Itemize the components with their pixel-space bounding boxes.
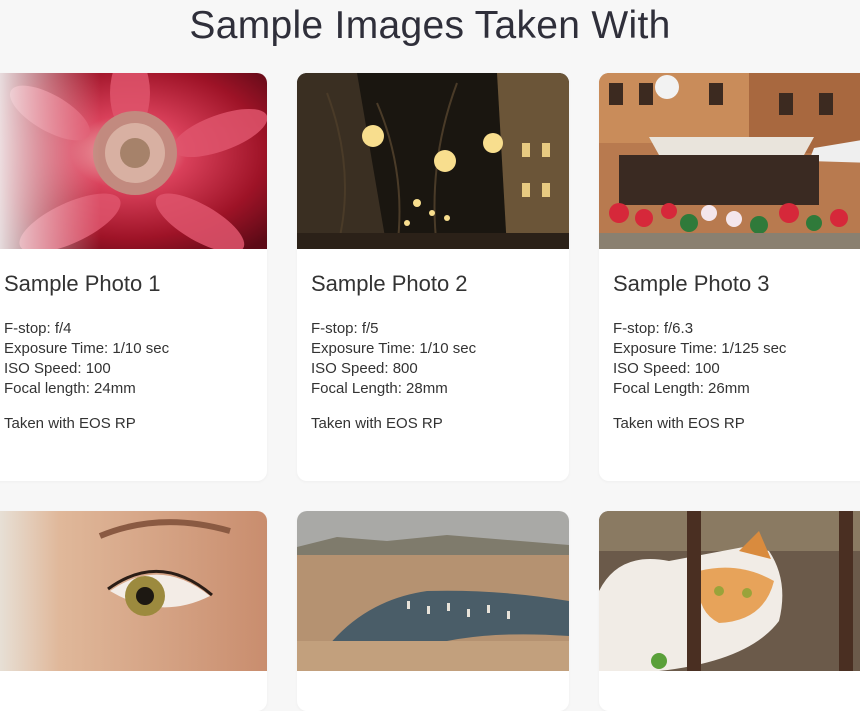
exposure-time: Exposure Time: 1/10 sec [4, 340, 170, 357]
card-title: Sample Photo 1 [4, 271, 161, 296]
photo-specs: F-stop: f/5 Exposure Time: 1/10 sec ISO … [311, 319, 476, 399]
sample-photo-card-6[interactable] [599, 511, 860, 711]
card-title: Sample Photo 2 [311, 271, 468, 296]
focal-length: Focal Length: 28mm [311, 380, 448, 397]
camera-caption: Taken with EOS RP [4, 415, 136, 432]
flower-market-photo [599, 73, 860, 249]
sample-photo-card-3[interactable]: Sample Photo 3 F-stop: f/6.3 Exposure Ti… [599, 73, 860, 481]
sample-photo-card-1[interactable]: Sample Photo 1 F-stop: f/4 Exposure Time… [0, 73, 267, 481]
exposure-time: Exposure Time: 1/10 sec [311, 340, 477, 357]
sample-photo-card-5[interactable] [297, 511, 569, 711]
exposure-time: Exposure Time: 1/125 sec [613, 340, 787, 357]
pink-dahlia-flower-photo [0, 73, 267, 249]
focal-length: Focal Length: 26mm [613, 380, 750, 397]
harbor-city-view-photo [297, 511, 569, 671]
orange-white-cat-photo [599, 511, 860, 671]
camera-caption: Taken with EOS RP [613, 415, 745, 432]
iso-speed: ISO Speed: 800 [311, 360, 418, 377]
focal-length: Focal length: 24mm [4, 380, 136, 397]
iso-speed: ISO Speed: 100 [613, 360, 720, 377]
f-stop: F-stop: f/6.3 [613, 320, 694, 337]
f-stop: F-stop: f/5 [311, 320, 379, 337]
photo-specs: F-stop: f/6.3 Exposure Time: 1/125 sec I… [613, 319, 786, 399]
photo-specs: F-stop: f/4 Exposure Time: 1/10 sec ISO … [4, 319, 169, 399]
f-stop: F-stop: f/4 [4, 320, 72, 337]
iso-speed: ISO Speed: 100 [4, 360, 111, 377]
card-title: Sample Photo 3 [613, 271, 770, 296]
sample-photo-card-2[interactable]: Sample Photo 2 F-stop: f/5 Exposure Time… [297, 73, 569, 481]
night-street-lights-photo [297, 73, 569, 249]
camera-caption: Taken with EOS RP [311, 415, 443, 432]
sample-photo-card-4[interactable] [0, 511, 267, 711]
page-title: Sample Images Taken With [189, 4, 671, 47]
eye-closeup-photo [0, 511, 267, 671]
